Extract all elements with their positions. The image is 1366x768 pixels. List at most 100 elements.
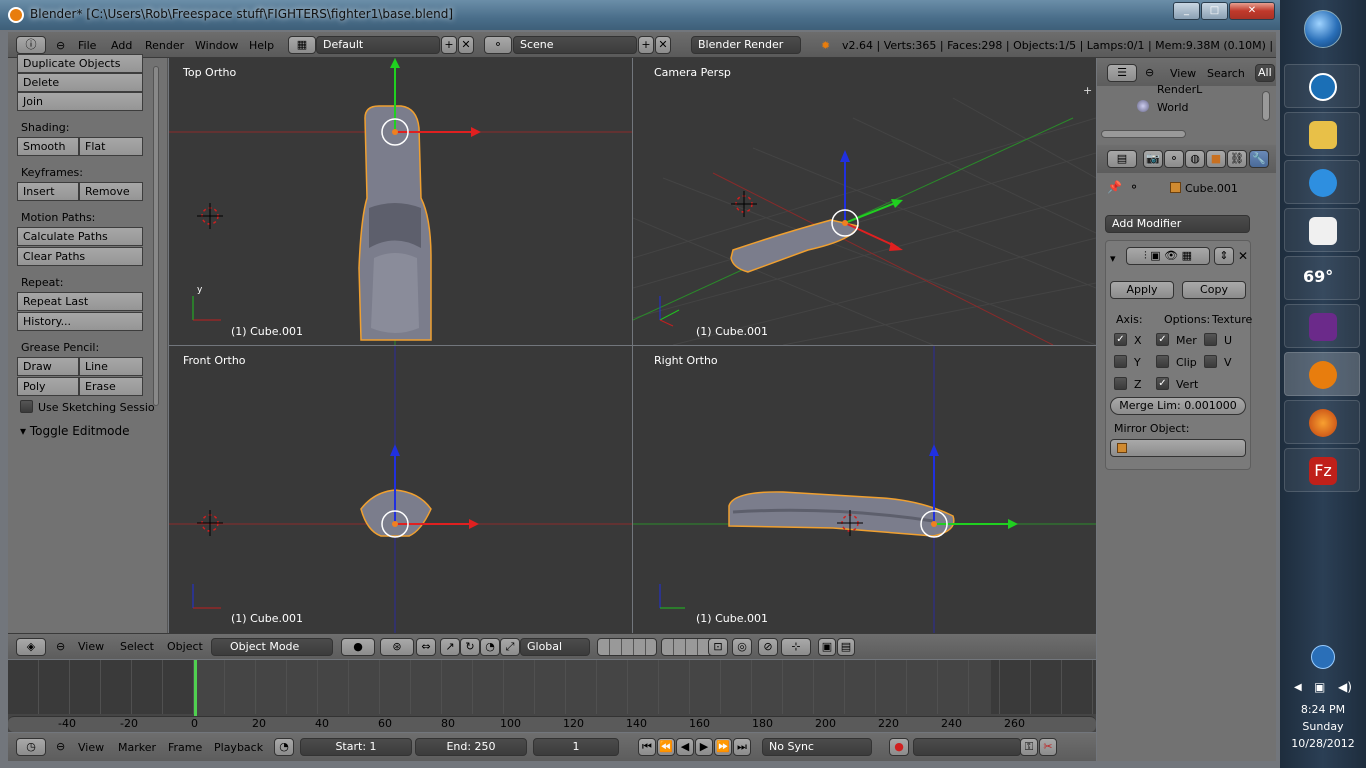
- jump-end-button[interactable]: ⏭: [733, 738, 751, 756]
- current-frame-line[interactable]: [194, 660, 197, 718]
- transform-orientation-select[interactable]: Global: [520, 638, 590, 656]
- viewport-right-ortho[interactable]: Right Ortho (1) Cube.001: [633, 346, 1096, 633]
- viewport-add-icon[interactable]: +: [1083, 84, 1092, 97]
- join-button[interactable]: Join: [17, 92, 143, 111]
- scene-remove-button[interactable]: ✕: [655, 36, 671, 54]
- merge-limit-field[interactable]: Merge Lim: 0.001000: [1110, 397, 1246, 415]
- object-mode-select[interactable]: Object Mode: [211, 638, 333, 656]
- keying-set-field[interactable]: [913, 738, 1021, 756]
- layers-grid-1[interactable]: [597, 638, 657, 656]
- jump-start-button[interactable]: ⏮: [638, 738, 656, 756]
- play-button[interactable]: ▶: [695, 738, 713, 756]
- outliner-item-renderlayers[interactable]: RenderL: [1157, 83, 1202, 96]
- editor-type-properties-icon[interactable]: ▤: [1107, 150, 1137, 168]
- proportional-edit-icon[interactable]: ◎: [732, 638, 752, 656]
- scene-add-button[interactable]: +: [638, 36, 654, 54]
- menu-render[interactable]: Render: [145, 39, 184, 52]
- viewport-front-ortho[interactable]: Front Ortho (1) Cube.001: [169, 346, 632, 633]
- axis-z-checkbox[interactable]: [1114, 377, 1127, 390]
- auto-keyframe-record-button[interactable]: ●: [889, 738, 909, 756]
- playback-menu[interactable]: Playback: [214, 741, 263, 754]
- history-button[interactable]: History...: [17, 312, 143, 331]
- tab-constraints-icon[interactable]: ⛓: [1227, 150, 1247, 168]
- tab-object-icon[interactable]: ■: [1206, 150, 1226, 168]
- timeline-view-menu[interactable]: View: [78, 741, 104, 754]
- scale-manipulator-icon[interactable]: ◔: [480, 638, 500, 656]
- modifier-icons-bar[interactable]: ⫶ ▣ 👁 ▦: [1126, 247, 1210, 265]
- menu-help[interactable]: Help: [249, 39, 274, 52]
- play-reverse-button[interactable]: ◀: [676, 738, 694, 756]
- menu-add[interactable]: Add: [111, 39, 132, 52]
- texture-u-checkbox[interactable]: [1204, 333, 1217, 346]
- clock-time[interactable]: 8:24 PM: [1280, 703, 1366, 716]
- delete-button[interactable]: Delete: [17, 73, 143, 92]
- outliner-item-world[interactable]: World: [1157, 101, 1189, 114]
- start-frame-field[interactable]: Start: 1: [300, 738, 412, 756]
- collapse-timeline-icon[interactable]: ⊖: [56, 740, 65, 753]
- outliner-search-menu[interactable]: Search: [1207, 67, 1245, 80]
- taskbar-explorer-icon[interactable]: [1284, 112, 1360, 156]
- taskbar-ie-icon[interactable]: [1284, 160, 1360, 204]
- viewport-top-ortho[interactable]: Top Ortho y (1) Cube.001: [169, 58, 632, 345]
- taskbar-firefox-icon[interactable]: [1284, 400, 1360, 444]
- axis-y-checkbox[interactable]: [1114, 355, 1127, 368]
- outliner-view-menu[interactable]: View: [1170, 67, 1196, 80]
- modifier-expand-icon[interactable]: ▾: [1110, 252, 1116, 265]
- collapse-icon[interactable]: ⊖: [56, 39, 65, 52]
- viewport-shading-select[interactable]: ●: [341, 638, 375, 656]
- taskbar-weather-icon[interactable]: 69°: [1284, 256, 1360, 300]
- insert-keyframe-icon[interactable]: ⚿: [1020, 738, 1038, 756]
- tray-info-icon[interactable]: [1311, 645, 1335, 669]
- clear-paths-button[interactable]: Clear Paths: [17, 247, 143, 266]
- tray-device-icon[interactable]: ▣: [1314, 680, 1325, 694]
- scale-tool-icon[interactable]: ⤢: [500, 638, 520, 656]
- layout-select[interactable]: Default: [316, 36, 440, 54]
- draw-button[interactable]: Draw: [17, 357, 79, 376]
- outliner-h-scrollbar[interactable]: [1101, 130, 1186, 138]
- tab-modifiers-icon[interactable]: 🔧: [1249, 150, 1269, 168]
- flat-button[interactable]: Flat: [79, 137, 143, 156]
- menu-window[interactable]: Window: [195, 39, 238, 52]
- collapse-outliner-icon[interactable]: ⊖: [1145, 66, 1154, 79]
- vertex-groups-checkbox[interactable]: ✓: [1156, 377, 1169, 390]
- apply-button[interactable]: Apply: [1110, 281, 1174, 299]
- taskbar-hp-icon[interactable]: [1284, 64, 1360, 108]
- jump-next-key-button[interactable]: ⏩: [714, 738, 732, 756]
- pivot-point-select[interactable]: ⊛: [380, 638, 414, 656]
- start-orb-icon[interactable]: [1304, 10, 1342, 48]
- erase-button[interactable]: Erase: [79, 377, 143, 396]
- layout-remove-button[interactable]: ✕: [458, 36, 474, 54]
- texture-v-checkbox[interactable]: [1204, 355, 1217, 368]
- clip-checkbox[interactable]: [1156, 355, 1169, 368]
- scene-select[interactable]: Scene: [513, 36, 637, 54]
- collapse-view-icon[interactable]: ⊖: [56, 640, 65, 653]
- tab-world-icon[interactable]: ◍: [1185, 150, 1205, 168]
- taskbar-filezilla-icon[interactable]: Fz: [1284, 448, 1360, 492]
- tool-shelf-scrollbar[interactable]: [153, 66, 159, 406]
- timeline-area[interactable]: -40 -20 0 20 40 60 80 100 120 140 160 18…: [8, 660, 1096, 732]
- delete-keyframe-icon[interactable]: ✂: [1039, 738, 1057, 756]
- toggle-editmode-label[interactable]: ▾ Toggle Editmode: [20, 424, 130, 438]
- copy-button[interactable]: Copy: [1182, 281, 1246, 299]
- current-frame-field[interactable]: 1: [533, 738, 619, 756]
- tab-render-icon[interactable]: 📷: [1143, 150, 1163, 168]
- jump-prev-key-button[interactable]: ⏪: [657, 738, 675, 756]
- viewport-camera-persp[interactable]: Camera Persp + (1) Cube.001: [633, 58, 1096, 345]
- render-animation-icon[interactable]: ▤: [837, 638, 855, 656]
- poly-button[interactable]: Poly: [17, 377, 79, 396]
- editor-type-outliner-icon[interactable]: ☰: [1107, 64, 1137, 82]
- taskbar-notepad-icon[interactable]: [1284, 208, 1360, 252]
- snap-toggle-icon[interactable]: ⊘: [758, 638, 778, 656]
- outliner-display-select[interactable]: All: [1255, 64, 1275, 82]
- end-frame-field[interactable]: End: 250: [415, 738, 527, 756]
- layout-add-button[interactable]: +: [441, 36, 457, 54]
- translate-manipulator-icon[interactable]: ↗: [440, 638, 460, 656]
- select-menu[interactable]: Select: [120, 640, 154, 653]
- lock-layers-icon[interactable]: ⊡: [708, 638, 728, 656]
- axis-x-checkbox[interactable]: ✓: [1114, 333, 1127, 346]
- render-engine-select[interactable]: Blender Render: [691, 36, 801, 54]
- taskbar-yahoo-icon[interactable]: [1284, 304, 1360, 348]
- preview-range-icon[interactable]: ◔: [274, 738, 294, 756]
- manipulator-toggle[interactable]: ⇔: [416, 638, 436, 656]
- object-menu[interactable]: Object: [167, 640, 203, 653]
